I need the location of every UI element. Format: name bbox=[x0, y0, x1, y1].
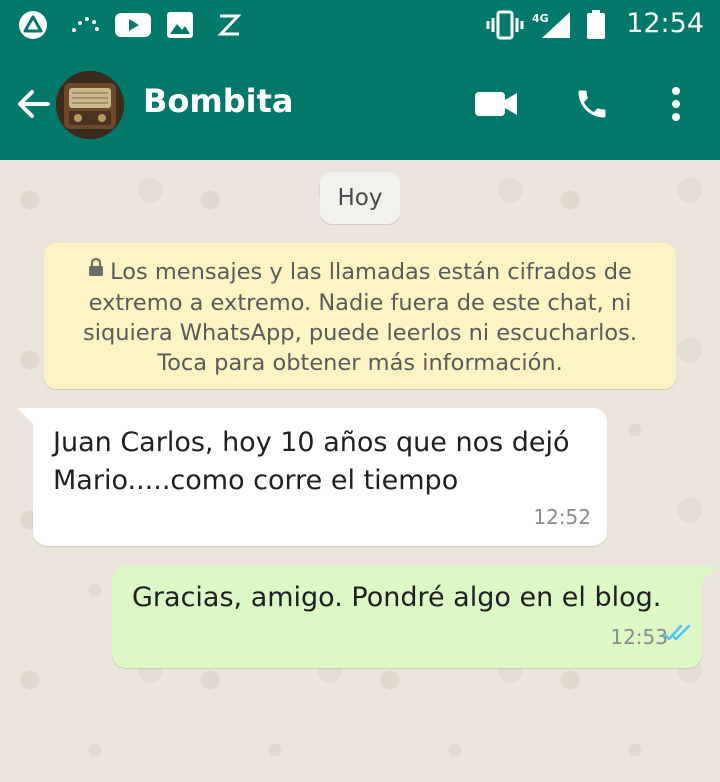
message-time: 12:52 bbox=[533, 505, 591, 529]
contact-name[interactable]: Bombita bbox=[143, 82, 293, 120]
date-label: Hoy bbox=[320, 172, 400, 224]
message-time: 12:53 bbox=[610, 625, 668, 649]
dots-icon bbox=[70, 10, 100, 40]
chat-area[interactable]: Hoy Los mensajes y las llamadas están ci… bbox=[0, 160, 720, 782]
youtube-icon bbox=[115, 10, 151, 40]
video-call-icon[interactable] bbox=[472, 80, 520, 128]
vibrate-icon bbox=[486, 10, 524, 40]
encryption-notice[interactable]: Los mensajes y las llamadas están cifrad… bbox=[44, 243, 676, 389]
back-arrow-icon[interactable] bbox=[14, 84, 54, 124]
status-bar: 4G 12:54 bbox=[0, 0, 720, 50]
avatar[interactable] bbox=[56, 71, 124, 139]
encryption-notice-text: Los mensajes y las llamadas están cifrad… bbox=[82, 259, 638, 376]
network-type-label: 4G bbox=[532, 12, 549, 25]
bubble-tail bbox=[702, 566, 718, 582]
battery-icon bbox=[586, 10, 606, 40]
lock-icon bbox=[88, 255, 104, 285]
chat-header: Bombita bbox=[0, 50, 720, 160]
outgoing-message[interactable]: Gracias, amigo. Pondré algo en el blog. … bbox=[112, 566, 718, 668]
status-time: 12:54 bbox=[626, 8, 704, 39]
more-options-icon[interactable] bbox=[652, 80, 700, 128]
gallery-icon bbox=[166, 10, 194, 40]
message-text: Gracias, amigo. Pondré algo en el blog. bbox=[132, 582, 662, 613]
bubble-tail bbox=[17, 408, 33, 424]
double-check-icon bbox=[662, 616, 694, 654]
app-notification-icon bbox=[18, 10, 48, 40]
phone-call-icon[interactable] bbox=[568, 80, 616, 128]
message-text: Juan Carlos, hoy 10 años que nos dejó Ma… bbox=[53, 427, 570, 496]
z-icon bbox=[216, 10, 242, 40]
signal-icon: 4G bbox=[532, 10, 572, 40]
incoming-message[interactable]: Juan Carlos, hoy 10 años que nos dejó Ma… bbox=[17, 408, 607, 546]
